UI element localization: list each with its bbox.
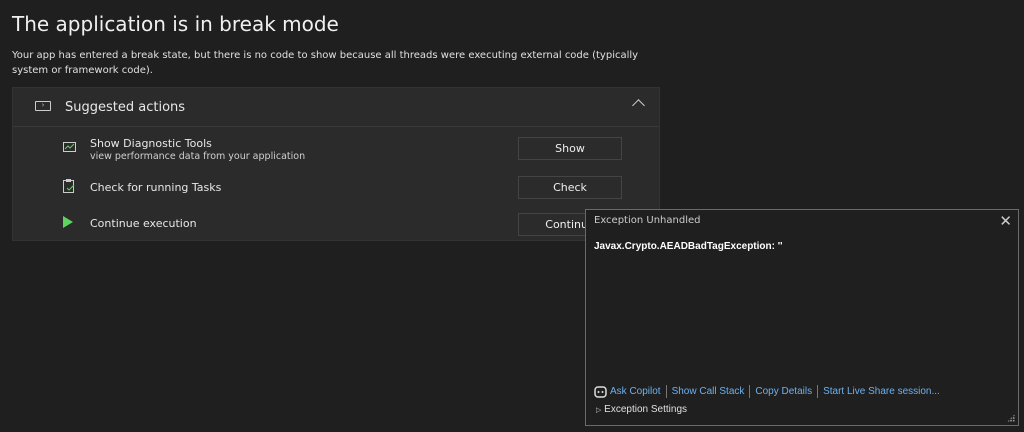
clipboard-check-icon [63,179,75,193]
close-icon[interactable]: ✕ [999,212,1012,230]
console-icon: › [35,101,51,111]
copilot-icon [594,385,607,398]
page-description: Your app has entered a break state, but … [12,50,639,76]
suggested-actions-label: Suggested actions [65,100,186,115]
exception-message: Javax.Crypto.AEADBadTagException: '' [594,241,783,252]
show-call-stack-link[interactable]: Show Call Stack [672,386,745,397]
exception-settings-label: Exception Settings [604,404,687,415]
divider [749,385,751,398]
chevron-up-icon[interactable] [632,99,645,112]
divider [665,385,667,398]
show-button[interactable]: Show [518,137,622,160]
start-live-share-link[interactable]: Start Live Share session... [823,386,940,397]
action-title: Check for running Tasks [90,181,222,194]
copy-details-link[interactable]: Copy Details [755,386,812,397]
suggested-actions-panel: › Suggested actions Show Diagnostic Tool… [12,87,660,241]
exception-popup-title: Exception Unhandled [594,215,701,226]
check-button[interactable]: Check [518,176,622,199]
suggested-actions-header[interactable]: › Suggested actions [13,88,659,127]
ask-copilot-link[interactable]: Ask Copilot [610,386,661,397]
chart-icon [63,142,76,152]
exception-popup: Exception Unhandled ✕ Javax.Crypto.AEADB… [585,209,1019,426]
exception-actions: Ask Copilot Show Call Stack Copy Details… [594,385,940,398]
exception-settings-toggle[interactable]: ▷ Exception Settings [596,404,687,415]
action-title: Continue execution [90,217,197,230]
divider [817,385,819,398]
resize-grip-icon[interactable] [1007,414,1015,422]
action-title: Show Diagnostic Tools [90,137,212,150]
action-subtitle: view performance data from your applicat… [90,151,306,162]
play-icon [63,216,73,228]
caret-right-icon: ▷ [596,407,602,414]
page-title: The application is in break mode [12,12,339,36]
